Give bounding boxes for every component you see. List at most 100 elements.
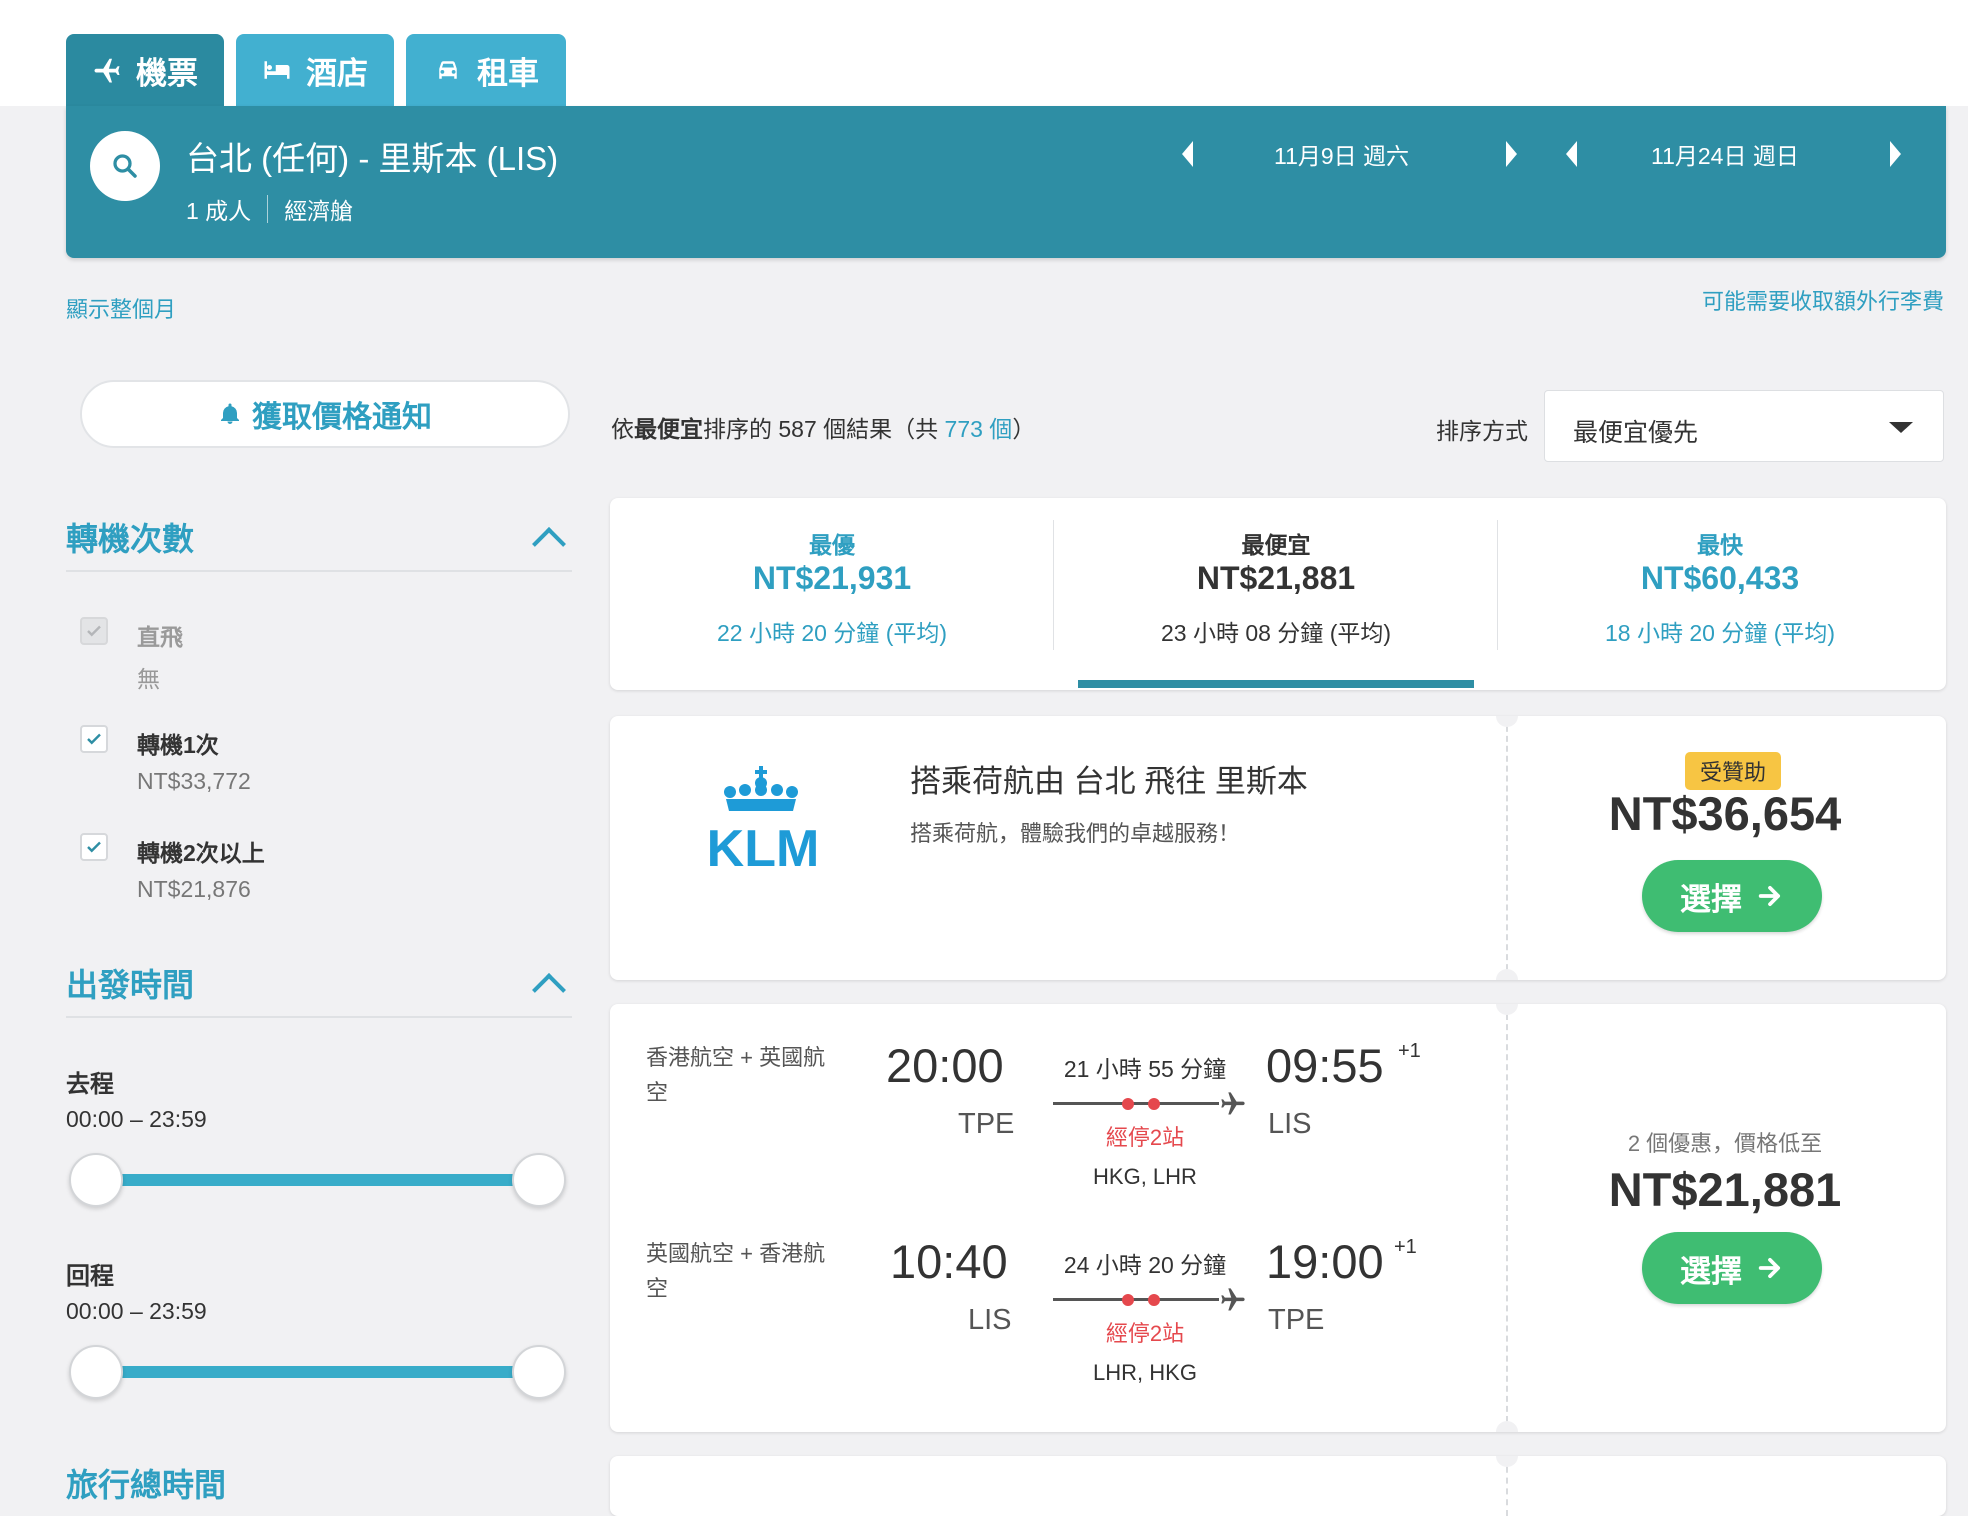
inbound-slider-track[interactable]	[96, 1366, 540, 1378]
leg2-route-line	[1053, 1298, 1219, 1301]
search-icon	[113, 154, 137, 178]
divider	[1506, 1004, 1508, 1432]
ad-select-button[interactable]: 選擇	[1642, 860, 1822, 932]
search-button[interactable]	[90, 131, 160, 201]
summary-fastest[interactable]: 最快 NT$60,433 18 小時 20 分鐘 (平均)	[1498, 498, 1942, 688]
divider	[66, 570, 572, 572]
next-result-card[interactable]	[610, 1456, 1946, 1516]
results-middle: 排序的 587 個結果（共	[703, 416, 945, 442]
ticket-notch	[1496, 1421, 1518, 1432]
sponsored-ad-card[interactable]: KLM 搭乘荷航由 台北 飛往 里斯本 搭乘荷航，體驗我們的卓越服務！ 受贊助 …	[610, 716, 1946, 980]
tab-flights[interactable]: 機票	[66, 34, 224, 106]
chevron-left-icon	[1566, 141, 1577, 167]
caret-down-icon	[1889, 422, 1913, 433]
leg2-dep-airport: LIS	[968, 1304, 1012, 1336]
tab-cars-label: 租車	[477, 55, 539, 91]
inbound-slider-end-handle[interactable]	[512, 1345, 566, 1399]
passenger-count: 1 成人	[186, 198, 252, 224]
return-next-day[interactable]	[1890, 134, 1901, 174]
summary-cheapest-price: NT$21,881	[1196, 560, 1356, 596]
search-passenger-info[interactable]: 1 成人 經濟艙	[186, 192, 353, 226]
arrow-right-icon	[1758, 885, 1781, 907]
stop-dot	[1148, 1098, 1160, 1110]
arrow-right-icon	[1758, 1257, 1781, 1279]
summary-cheapest-duration: 23 小時 08 分鐘 (平均)	[1160, 620, 1392, 646]
leg2-arr-time: 19:00	[1266, 1235, 1384, 1288]
flight-result-card[interactable]: 香港航空 + 英國航空 20:00 TPE 21 小時 55 分鐘 經停2站 H…	[610, 1004, 1946, 1432]
depart-prev-day-icon[interactable]	[1182, 141, 1193, 167]
depart-next-day[interactable]	[1506, 134, 1517, 174]
leg2-dep-time: 10:40	[890, 1235, 1008, 1288]
price-alert-button[interactable]: 獲取價格通知	[80, 380, 570, 448]
outbound-slider-track[interactable]	[96, 1174, 540, 1186]
bell-icon	[221, 403, 239, 424]
summary-cheapest[interactable]: 最便宜 NT$21,881 23 小時 08 分鐘 (平均)	[1054, 498, 1498, 688]
outbound-label: 去程	[66, 1071, 114, 1098]
tab-cars[interactable]: 租車	[406, 34, 566, 106]
cabin-class: 經濟艙	[284, 198, 354, 224]
inbound-slider-start-handle[interactable]	[69, 1345, 123, 1399]
leg2-duration: 24 小時 20 分鐘	[1063, 1252, 1227, 1278]
divider	[1506, 716, 1508, 980]
direct-label: 直飛	[137, 624, 183, 650]
results-total-link[interactable]: 773 個	[945, 416, 1013, 442]
departure-time-filter-title[interactable]: 出發時間	[66, 960, 194, 1006]
klm-logo-text: KLM	[707, 820, 820, 876]
outbound-slider-end-handle[interactable]	[512, 1153, 566, 1207]
tab-hotels-label: 酒店	[306, 55, 368, 91]
tab-hotels[interactable]: 酒店	[236, 34, 394, 106]
chevron-right-icon	[1506, 141, 1517, 167]
leg1-via: HKG, LHR	[1093, 1164, 1197, 1189]
summary-fastest-label: 最快	[1697, 532, 1743, 558]
car-icon	[439, 61, 457, 79]
results-sort-word: 最便宜	[634, 416, 703, 442]
search-route[interactable]: 台北 (任何) - 里斯本 (LIS)	[186, 132, 558, 180]
sort-label: 排序方式	[1436, 418, 1528, 444]
trip-duration-filter-title[interactable]: 旅行總時間	[66, 1460, 226, 1506]
return-prev-day[interactable]	[1566, 134, 1577, 174]
leg2-stops[interactable]: 經停2站	[1050, 1316, 1240, 1348]
leg1-arr-airport: LIS	[1268, 1108, 1312, 1140]
plane-icon	[1221, 1092, 1245, 1115]
price-summary-tabs: 最優 NT$21,931 22 小時 20 分鐘 (平均) 最便宜 NT$21,…	[610, 498, 1946, 690]
sort-dropdown[interactable]: 最便宜優先	[1544, 390, 1944, 462]
outbound-slider-start-handle[interactable]	[69, 1153, 123, 1207]
leg2-airline: 英國航空 + 香港航空	[646, 1241, 826, 1301]
show-month-link[interactable]: 顯示整個月	[66, 292, 176, 324]
stop-dot	[1122, 1294, 1134, 1306]
leg2-via: LHR, HKG	[1093, 1360, 1197, 1385]
outbound-range: 00:00 – 23:59	[66, 1106, 207, 1132]
one-stop-price: NT$33,772	[137, 768, 251, 794]
check-icon	[87, 625, 101, 637]
price-alert-label: 獲取價格通知	[252, 401, 432, 434]
two-plus-stops-price: NT$21,876	[137, 876, 251, 902]
sponsored-badge: 受贊助	[1685, 752, 1781, 790]
stop-dot	[1148, 1294, 1160, 1306]
chevron-up-icon[interactable]	[532, 527, 566, 561]
two-plus-stops-checkbox[interactable]	[80, 833, 108, 861]
stops-filter-title[interactable]: 轉機次數	[66, 514, 194, 560]
ad-subtitle: 搭乘荷航，體驗我們的卓越服務！	[910, 821, 1241, 846]
direct-price: 無	[137, 666, 160, 692]
stop-dot	[1122, 1098, 1134, 1110]
one-stop-checkbox[interactable]	[80, 725, 108, 753]
summary-fastest-duration: 18 小時 20 分鐘 (平均)	[1604, 620, 1836, 646]
one-stop-label: 轉機1次	[137, 732, 219, 758]
product-tabs: 機票 酒店 租車	[66, 34, 566, 106]
leg1-stops[interactable]: 經停2站	[1050, 1120, 1240, 1152]
ad-price: NT$36,654	[1608, 787, 1842, 840]
search-summary-bar[interactable]: 台北 (任何) - 里斯本 (LIS) 1 成人 經濟艙 11月9日 週六 11…	[66, 106, 1946, 258]
chevron-up-icon[interactable]	[532, 973, 566, 1007]
inbound-range: 00:00 – 23:59	[66, 1298, 207, 1324]
ad-select-label: 選擇	[1680, 881, 1742, 917]
return-date[interactable]: 11月24日 週日	[1651, 134, 1799, 174]
leg1-day-offset: +1	[1398, 1040, 1421, 1062]
results-prefix: 依	[611, 416, 634, 442]
summary-best[interactable]: 最優 NT$21,931 22 小時 20 分鐘 (平均)	[610, 498, 1054, 688]
leg1-arr-time: 09:55	[1266, 1039, 1384, 1092]
baggage-fee-link[interactable]: 可能需要收取額外行李費	[1702, 284, 1944, 316]
direct-checkbox[interactable]	[80, 617, 108, 645]
summary-best-duration: 22 小時 20 分鐘 (平均)	[716, 620, 948, 646]
depart-date[interactable]: 11月9日 週六	[1274, 134, 1409, 174]
result-select-button[interactable]: 選擇	[1642, 1232, 1822, 1304]
